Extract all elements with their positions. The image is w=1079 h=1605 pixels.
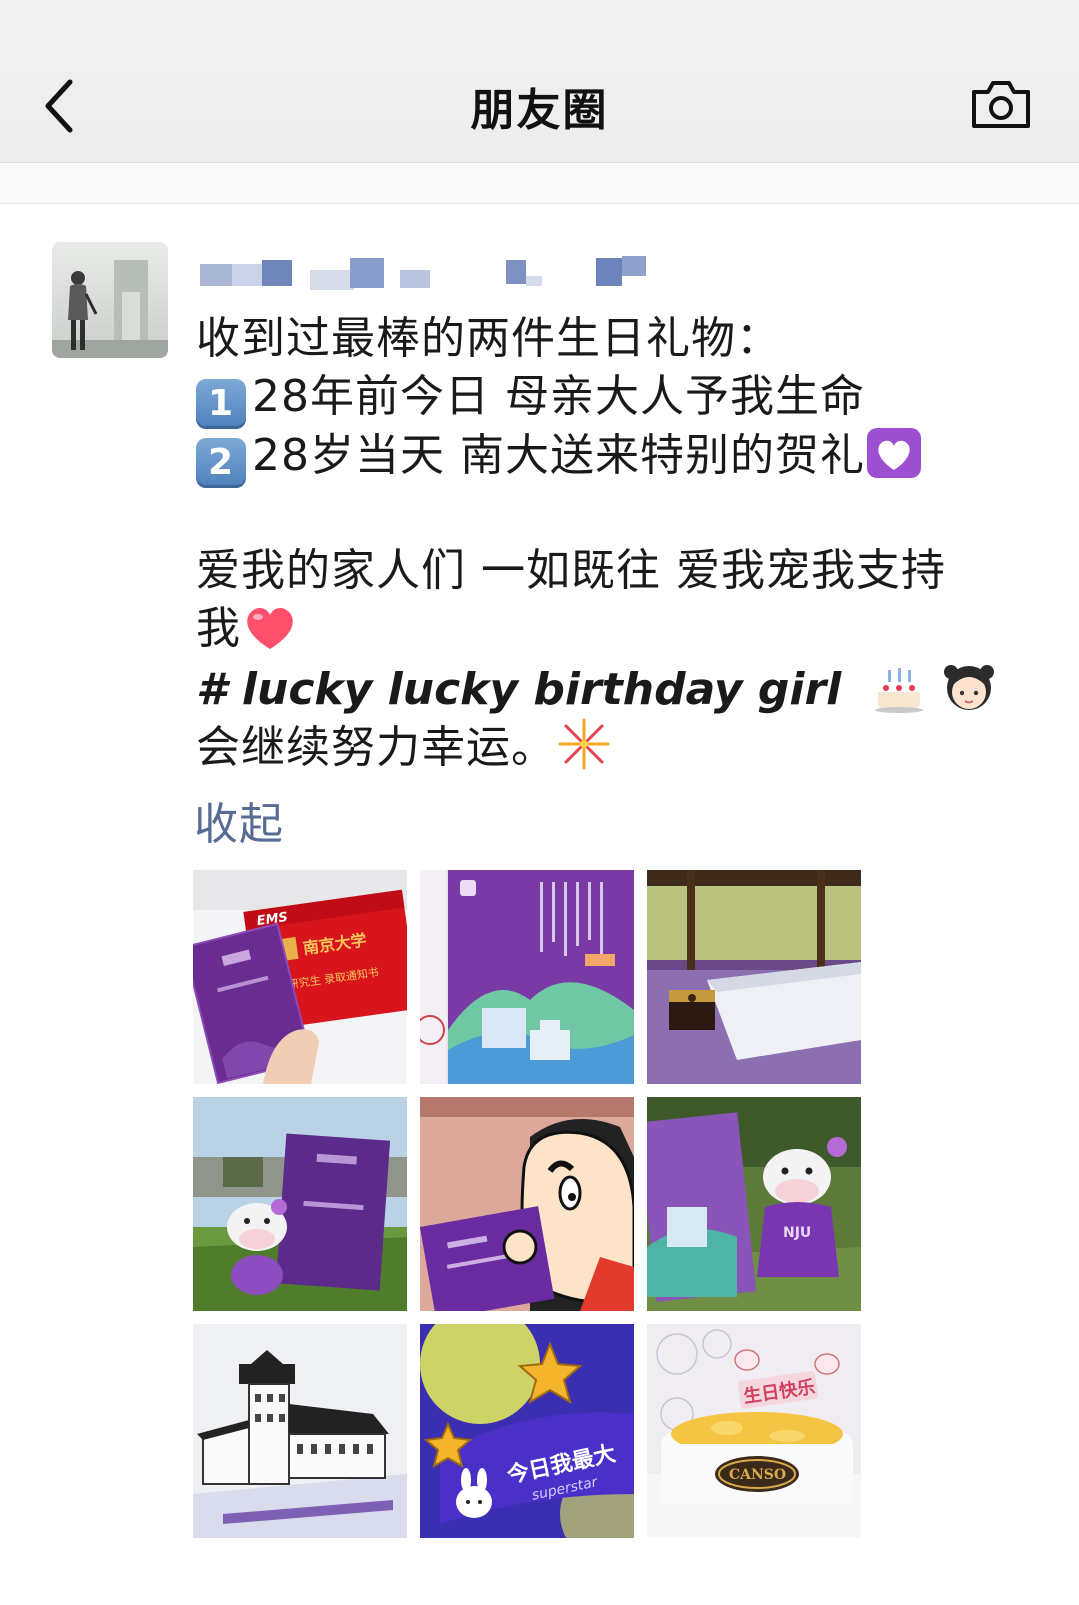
girl-icon [944,665,995,710]
camera-icon [972,81,1030,128]
nickname-redacted[interactable] [200,256,660,300]
photo-grid: EMS 南京大学 研究生 录取通知书 NJU 今日我最大 superstar C… [193,870,861,1538]
post-line: 爱我的家人们 一如既往 爱我宠我支持 [196,545,946,596]
post-line: 我 [196,600,1016,658]
photo-8[interactable]: 今日我最大 superstar [420,1324,634,1538]
header-separator [0,163,1079,204]
fireworks-icon [558,718,610,770]
camera-button[interactable] [970,78,1032,130]
post-line-hashtag: # lucky lucky birthday girl [196,658,1016,716]
photo-6[interactable]: NJU [647,1097,861,1311]
photo-9[interactable]: CANSO 生日快乐 [647,1324,861,1538]
page-title: 朋友圈 [470,85,609,136]
keycap-two-icon: 2 [196,438,246,488]
photo-2[interactable] [420,870,634,1084]
red-heart-icon [247,608,293,649]
photo-1[interactable]: EMS 南京大学 研究生 录取通知书 [193,870,407,1084]
post-text: 收到过最棒的两件生日礼物： 1 28年前今日 母亲大人予我生命 2 28岁当天 南大… [196,310,1016,774]
top-nav-bar: 朋友圈 [0,0,1079,163]
photo-5[interactable] [420,1097,634,1311]
collapse-link[interactable]: 收起 [194,788,284,852]
photo-7[interactable] [193,1324,407,1538]
avatar[interactable] [52,242,168,358]
birthday-cake-icon [874,668,923,713]
post-line: 1 28年前今日 母亲大人予我生命 [196,368,1016,429]
post-line: 会继续努力幸运。 [196,716,1016,774]
post-line: 2 28岁当天 南大送来特别的贺礼 [196,426,1016,488]
keycap-one-icon: 1 [196,379,246,429]
photo-4[interactable] [193,1097,407,1311]
post-line: 收到过最棒的两件生日礼物： [196,313,781,364]
photo-3[interactable] [647,870,861,1084]
purple-heart-icon [866,428,921,478]
nju-badge: NJU [783,1225,811,1241]
cake-brand: CANSO [729,1467,786,1483]
